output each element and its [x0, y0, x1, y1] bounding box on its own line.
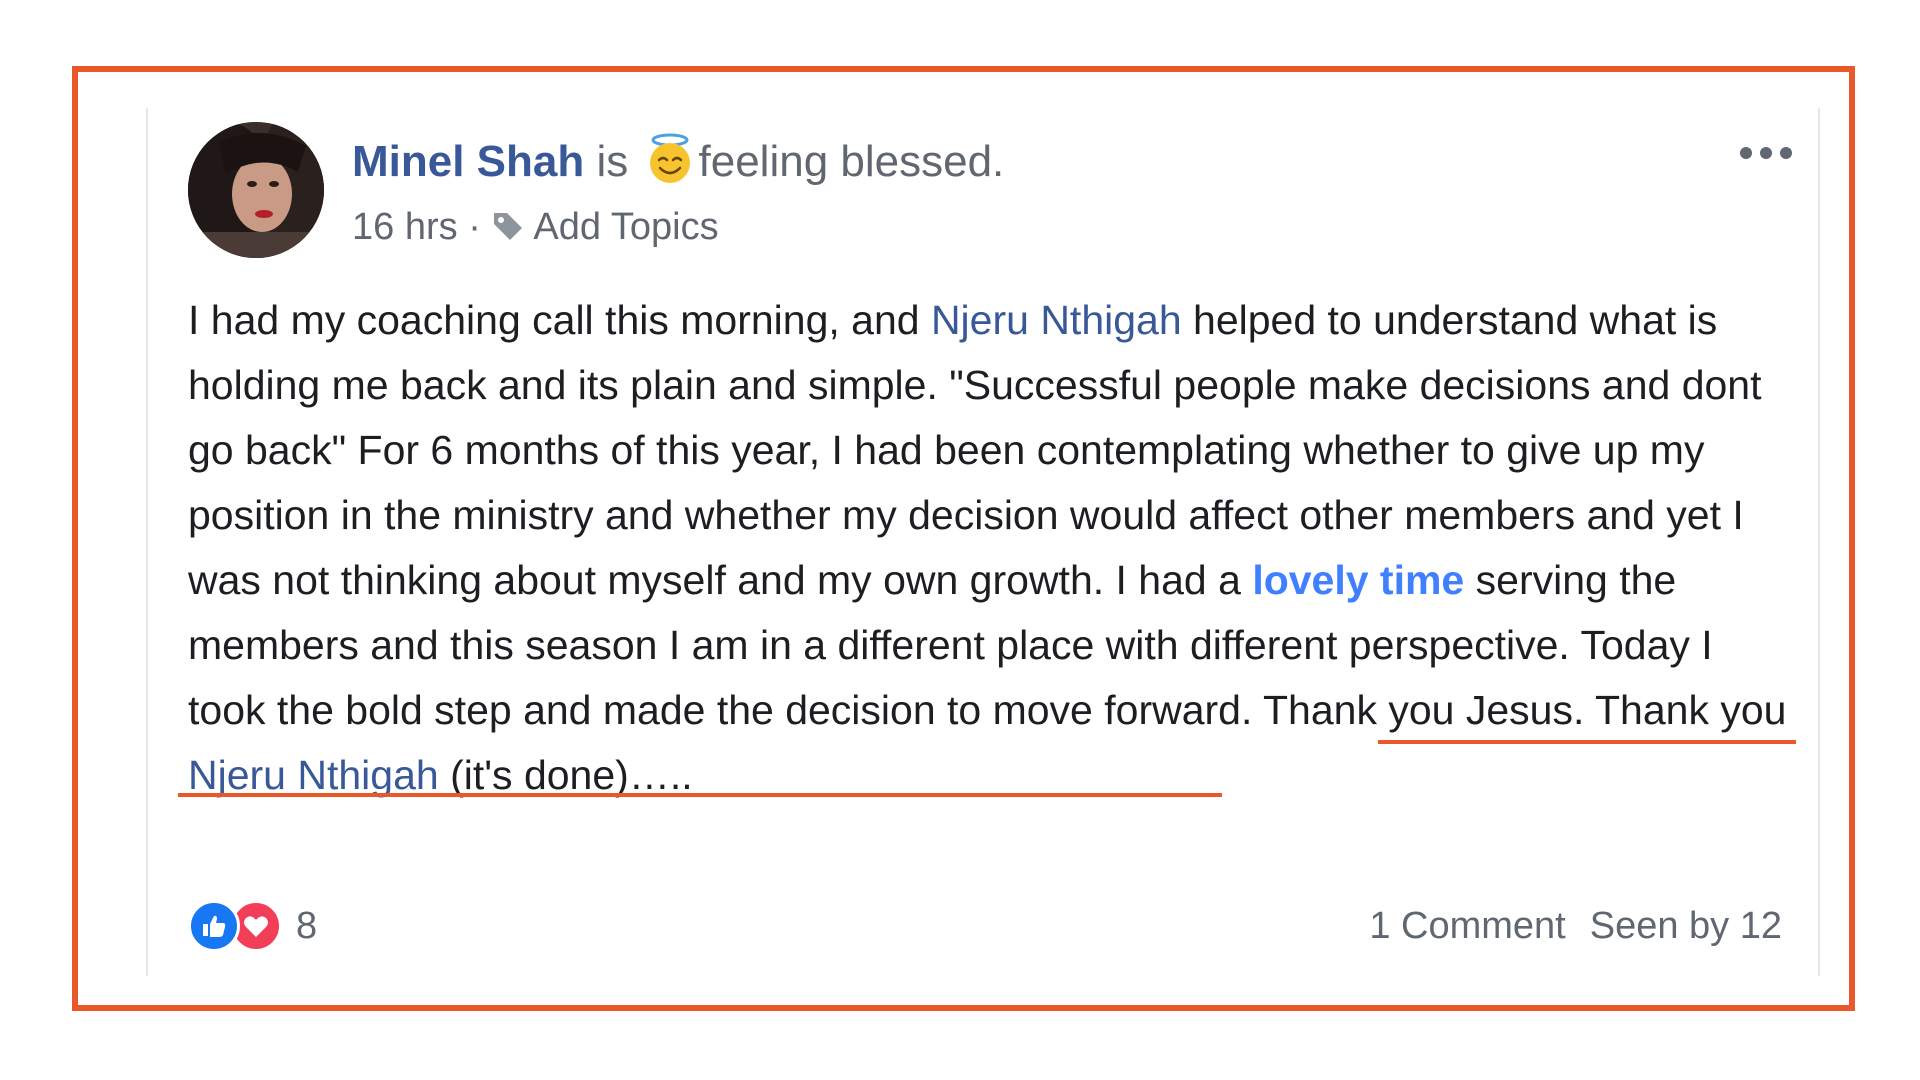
author-name-link[interactable]: Minel Shah [352, 137, 584, 186]
status-verb: is [596, 137, 629, 186]
avatar[interactable] [188, 122, 324, 258]
mention-link[interactable]: Njeru Nthigah [188, 752, 439, 798]
innocent-halo-emoji-icon [649, 133, 690, 183]
add-topics-link[interactable]: Add Topics [491, 206, 719, 248]
mention-link[interactable]: Njeru Nthigah [931, 297, 1182, 343]
more-options-button[interactable] [1736, 138, 1796, 168]
more-options-icon [1740, 147, 1792, 159]
post-header: Minel Shah is feeling blessed. [352, 132, 1004, 192]
avatar-photo [188, 122, 324, 258]
feeling-text: feeling blessed. [698, 137, 1005, 186]
post-body-text: I had my coaching call this morning, and… [188, 288, 1788, 808]
meta-separator: · [468, 206, 481, 248]
group-post-card: Minel Shah is feeling blessed. 16 hrs · … [146, 108, 1820, 976]
add-topics-label: Add Topics [533, 206, 719, 248]
highlighted-link[interactable]: lovely time [1252, 557, 1464, 603]
annotation-underline [1378, 740, 1796, 744]
reaction-count[interactable]: 8 [296, 905, 317, 948]
annotation-underline [178, 793, 1222, 797]
heart-icon [244, 916, 268, 937]
comments-count-link[interactable]: 1 Comment [1369, 905, 1565, 948]
post-stats: 1 Comment Seen by 12 [1369, 898, 1782, 954]
post-text-part: (it's done)….. [438, 752, 693, 798]
post-meta: 16 hrs · Add Topics [352, 202, 719, 252]
screenshot-page: Minel Shah is feeling blessed. 16 hrs · … [0, 0, 1920, 1080]
tag-icon [494, 213, 523, 240]
like-icon [188, 900, 240, 952]
reactions-summary[interactable]: 8 [188, 898, 317, 954]
seen-by-link[interactable]: Seen by 12 [1590, 905, 1782, 948]
post-text-part: I had my coaching call this morning, and [188, 297, 931, 343]
post-timestamp[interactable]: 16 hrs [352, 206, 458, 248]
thumbs-up-icon [203, 915, 226, 937]
